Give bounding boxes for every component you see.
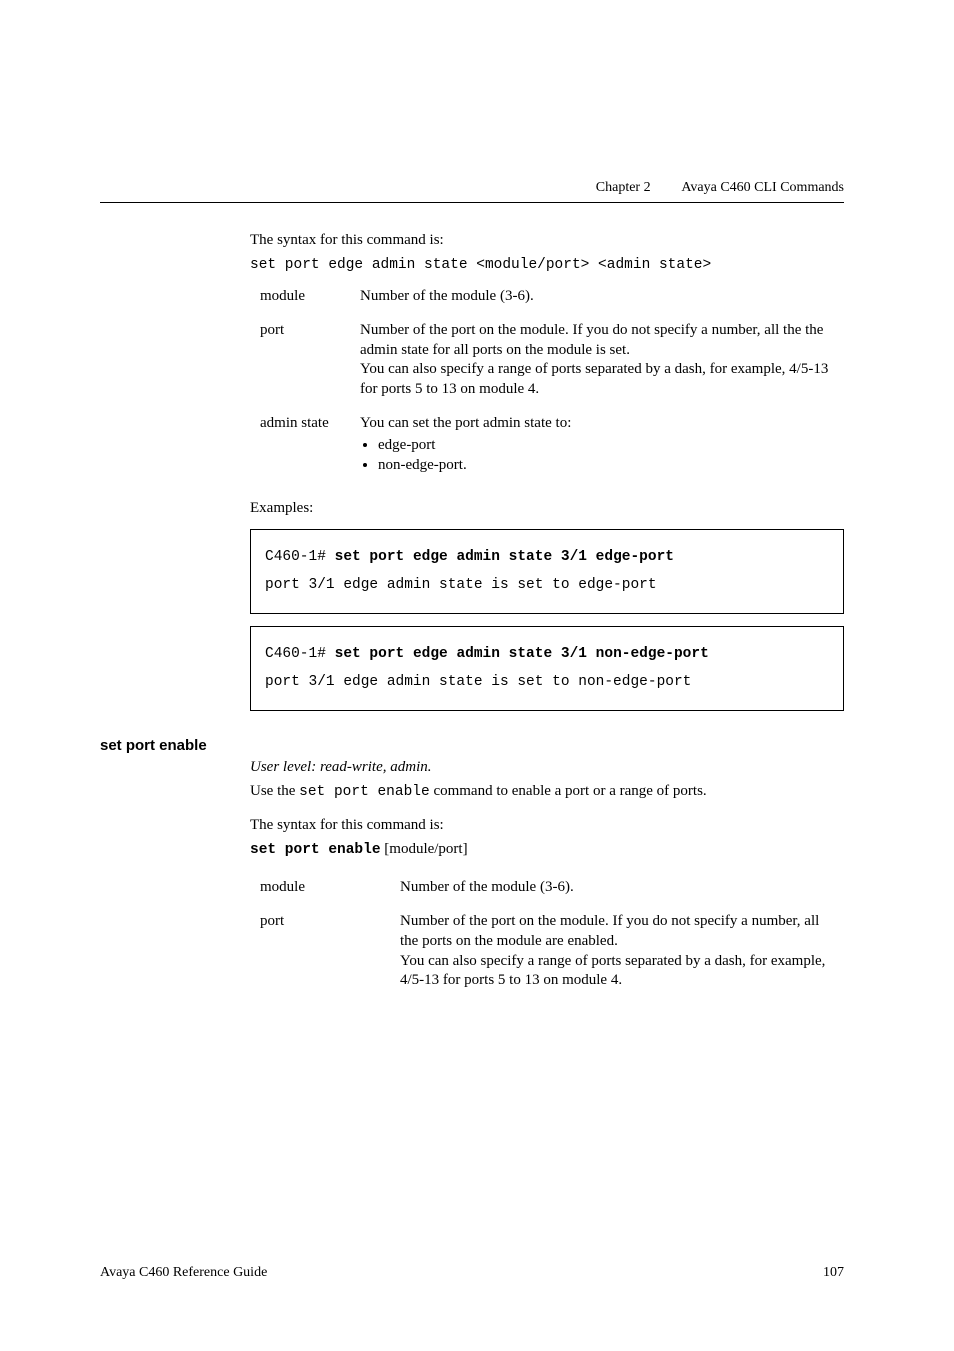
chapter-label: Chapter 2 [596, 180, 651, 195]
param-row: module Number of the module (3-6). [250, 283, 844, 317]
terminal-example-1: C460-1# set port edge admin state 3/1 ed… [250, 529, 844, 614]
syntax-rest: [module/port] [381, 841, 468, 857]
param-row: module Number of the module (3-6). [250, 874, 844, 908]
admin-desc-line: You can set the port admin state to: [360, 415, 571, 431]
param-row: admin state You can set the port admin s… [250, 410, 844, 485]
param-key: module [250, 874, 400, 908]
param-desc: You can set the port admin state to: edg… [360, 410, 844, 485]
body: The syntax for this command is: set port… [250, 231, 844, 711]
param-desc: Number of the port on the module. If you… [360, 317, 844, 410]
page: Chapter 2 Avaya C460 CLI Commands The sy… [0, 0, 954, 1351]
body-2: User level: read-write, admin. Use the s… [250, 758, 844, 1001]
use-post: command to enable a port or a range of p… [430, 783, 707, 799]
chapter-title: Avaya C460 CLI Commands [681, 180, 844, 195]
syntax-bold: set port enable [250, 842, 381, 858]
terminal-line: C460-1# set port edge admin state 3/1 ed… [265, 544, 829, 572]
admin-bullet-list: edge-port non-edge-port. [360, 436, 834, 476]
param-key: port [250, 317, 360, 410]
section-heading: set port enable [100, 737, 844, 754]
param-row: port Number of the port on the module. I… [250, 908, 844, 1001]
syntax-line: set port edge admin state <module/port> … [250, 257, 711, 273]
use-line: Use the set port enable command to enabl… [250, 782, 844, 802]
prompt: C460-1# [265, 646, 335, 662]
terminal-line: C460-1# set port edge admin state 3/1 no… [265, 641, 829, 669]
user-level: User level: read-write, admin. [250, 758, 844, 778]
syntax-intro-2: The syntax for this command is: [250, 816, 844, 836]
footer: Avaya C460 Reference Guide 107 [100, 1265, 844, 1281]
use-pre: Use the [250, 783, 299, 799]
terminal-output: port 3/1 edge admin state is set to edge… [265, 572, 829, 600]
admin-bullet: edge-port [378, 436, 834, 456]
param-key: port [250, 908, 400, 1001]
footer-left: Avaya C460 Reference Guide [100, 1265, 267, 1281]
param-key: admin state [250, 410, 360, 485]
param-key: module [250, 283, 360, 317]
prompt: C460-1# [265, 549, 335, 565]
param-table-1: module Number of the module (3-6). port … [250, 283, 844, 485]
syntax-line-2: set port enable [module/port] [250, 840, 844, 860]
param-table-2: module Number of the module (3-6). port … [250, 874, 844, 1001]
command: set port edge admin state 3/1 non-edge-p… [335, 646, 709, 662]
param-row: port Number of the port on the module. I… [250, 317, 844, 410]
param-desc: Number of the port on the module. If you… [400, 908, 844, 1001]
command: set port edge admin state 3/1 edge-port [335, 549, 674, 565]
admin-bullet: non-edge-port. [378, 456, 834, 476]
param-desc: Number of the module (3-6). [360, 283, 844, 317]
running-header: Chapter 2 Avaya C460 CLI Commands [100, 180, 844, 196]
syntax-intro: The syntax for this command is: [250, 231, 844, 251]
examples-label: Examples: [250, 499, 844, 519]
terminal-output: port 3/1 edge admin state is set to non-… [265, 669, 829, 697]
param-desc: Number of the module (3-6). [400, 874, 844, 908]
terminal-example-2: C460-1# set port edge admin state 3/1 no… [250, 626, 844, 711]
header-rule [100, 202, 844, 203]
footer-page-number: 107 [823, 1265, 844, 1281]
use-code: set port enable [299, 784, 430, 800]
